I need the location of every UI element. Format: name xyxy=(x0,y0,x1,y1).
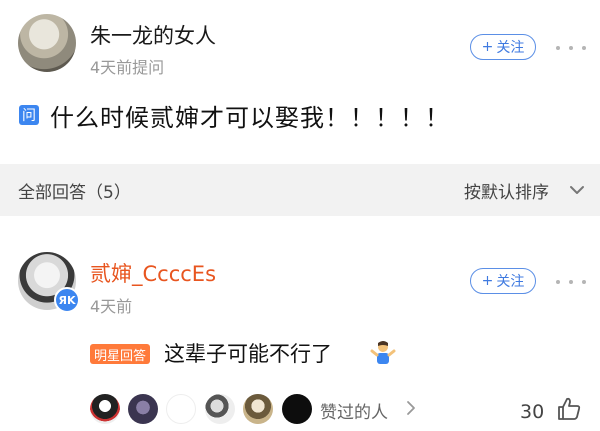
more-options-icon[interactable] xyxy=(556,277,586,287)
sort-dropdown[interactable]: 按默认排序 xyxy=(464,178,549,203)
person-shrugging-icon xyxy=(370,341,396,364)
liker-avatar[interactable] xyxy=(128,394,158,424)
celebrity-answer-badge: 明星回答 xyxy=(90,344,151,364)
liker-avatar[interactable] xyxy=(166,394,196,424)
liker-avatar[interactable] xyxy=(243,394,273,424)
follow-author-button[interactable]: + 关注 xyxy=(470,268,536,294)
liker-avatar[interactable] xyxy=(205,394,235,424)
asker-avatar[interactable] xyxy=(18,14,76,72)
asker-time: 4天前提问 xyxy=(90,58,165,77)
follow-label: 关注 xyxy=(496,40,525,56)
answer-time: 4天前 xyxy=(90,297,133,316)
liked-by-link[interactable]: 赞过的人 xyxy=(320,398,388,423)
like-count: 30 xyxy=(520,401,545,423)
plus-icon: + xyxy=(481,39,494,55)
question-badge: 问 xyxy=(19,105,39,125)
liker-avatar[interactable] xyxy=(90,394,120,424)
chevron-down-icon[interactable] xyxy=(568,181,586,199)
question-text: 什么时候贰婶才可以娶我！！！！！ xyxy=(50,104,450,132)
follow-asker-button[interactable]: + 关注 xyxy=(470,34,536,60)
answers-count: 全部回答（5） xyxy=(18,183,131,203)
answer-text: 这辈子可能不行了 xyxy=(164,342,332,366)
follow-label: 关注 xyxy=(496,274,525,290)
chevron-right-icon[interactable] xyxy=(404,400,418,416)
verified-badge: ЯK xyxy=(54,287,80,313)
liker-avatar[interactable] xyxy=(282,394,312,424)
plus-icon: + xyxy=(481,273,494,289)
more-options-icon[interactable] xyxy=(556,43,586,53)
asker-name[interactable]: 朱一龙的女人 xyxy=(90,20,216,50)
answer-author-name[interactable]: 贰婶_CccсEs xyxy=(90,258,216,288)
thumbs-up-icon[interactable] xyxy=(556,396,582,422)
